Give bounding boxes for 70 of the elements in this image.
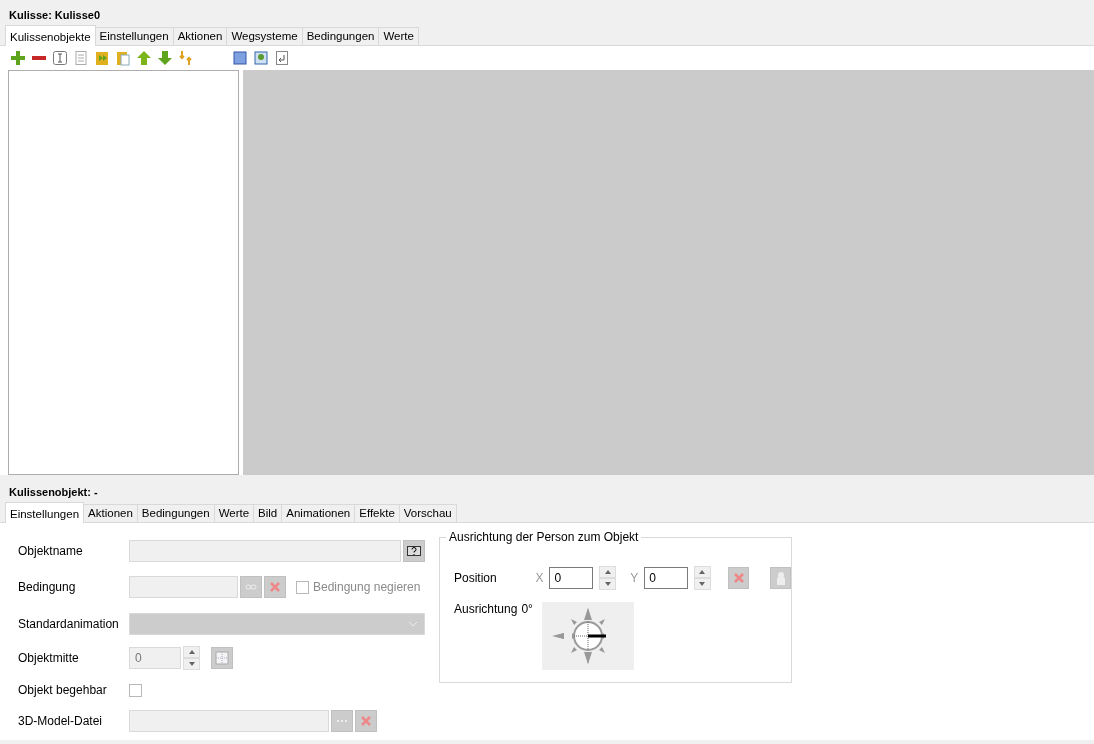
caret-down-icon (604, 582, 611, 586)
tab[interactable]: Kulissenobjekte (5, 25, 96, 46)
arrow-up-icon[interactable] (136, 50, 152, 66)
selection-square-icon[interactable] (232, 50, 248, 66)
caret-down-icon (188, 662, 195, 666)
caret-up-icon (604, 570, 611, 574)
number-field[interactable]: 0 (549, 567, 594, 589)
arrow-down-icon[interactable] (157, 50, 173, 66)
person-button[interactable] (770, 567, 791, 589)
clear-button[interactable] (264, 576, 286, 598)
plus-icon[interactable] (10, 50, 26, 66)
field-label: Standardanimation (18, 617, 120, 631)
help-icon (407, 546, 421, 556)
field-label: Ausrichtung (454, 602, 518, 616)
tab[interactable]: Vorschau (398, 504, 457, 522)
condition-field[interactable] (129, 576, 238, 598)
spin-down-button[interactable] (183, 658, 200, 670)
tab[interactable]: Werte (378, 27, 419, 45)
checkbox[interactable] (129, 683, 142, 697)
document-icon[interactable] (73, 50, 89, 66)
axis-label: X (535, 571, 544, 585)
tab[interactable]: Bedingungen (136, 504, 215, 522)
crosshair-icon (215, 651, 229, 665)
field-label: Objekt begehbar (18, 683, 108, 697)
checkbox[interactable] (296, 580, 309, 594)
person-icon (775, 571, 786, 585)
ellipsis-icon (336, 719, 348, 723)
spin-up-button[interactable] (599, 566, 617, 578)
tab[interactable]: Einstellungen (94, 27, 174, 45)
tab[interactable]: Wegsysteme (226, 27, 303, 45)
spin-down-button[interactable] (599, 578, 617, 590)
close-icon (360, 715, 372, 727)
text-cursor-icon[interactable] (52, 50, 68, 66)
field-label: Objektname (18, 544, 84, 558)
paste-icon[interactable] (115, 50, 131, 66)
help-button[interactable] (403, 540, 425, 562)
text-field[interactable] (129, 540, 401, 562)
tab[interactable]: Einstellungen (5, 502, 85, 523)
spin-up-button[interactable] (183, 646, 200, 658)
group-title: Ausrichtung der Person zum Objekt (446, 530, 642, 544)
number-field[interactable]: 0 (129, 647, 181, 669)
field-label: 3D-Model-Datei (18, 714, 104, 728)
fit-picture-icon[interactable] (253, 50, 269, 66)
caret-down-icon (699, 582, 706, 586)
clear-button[interactable] (728, 567, 750, 589)
caret-up-icon (699, 570, 706, 574)
axis-label: Y (630, 571, 639, 585)
file-field[interactable] (129, 710, 329, 732)
close-icon (269, 581, 281, 593)
angle-value: 0° (521, 602, 533, 616)
number-field[interactable]: 0 (644, 567, 688, 589)
link-button[interactable] (240, 576, 262, 598)
browse-button[interactable] (331, 710, 353, 732)
page-return-icon[interactable] (274, 50, 290, 66)
spin-up-button[interactable] (693, 566, 711, 578)
center-point-button[interactable] (211, 647, 233, 669)
field-label: Objektmitte (18, 651, 80, 665)
close-icon (732, 572, 745, 584)
field-label: Bedingung (18, 580, 77, 594)
swap-arrows-icon[interactable] (178, 50, 194, 66)
panel-title: Kulissenobjekt: - (8, 485, 99, 500)
window-title: Kulisse: Kulisse0 (8, 8, 102, 23)
tab[interactable]: Bedingungen (301, 27, 380, 45)
caret-up-icon (188, 650, 195, 654)
checkbox-label: Bedingung negieren (313, 580, 421, 594)
clear-button[interactable] (355, 710, 377, 732)
field-label: Position (454, 571, 498, 585)
link-icon (245, 583, 257, 591)
chevron-down-icon (408, 621, 418, 627)
spin-down-button[interactable] (693, 578, 711, 590)
